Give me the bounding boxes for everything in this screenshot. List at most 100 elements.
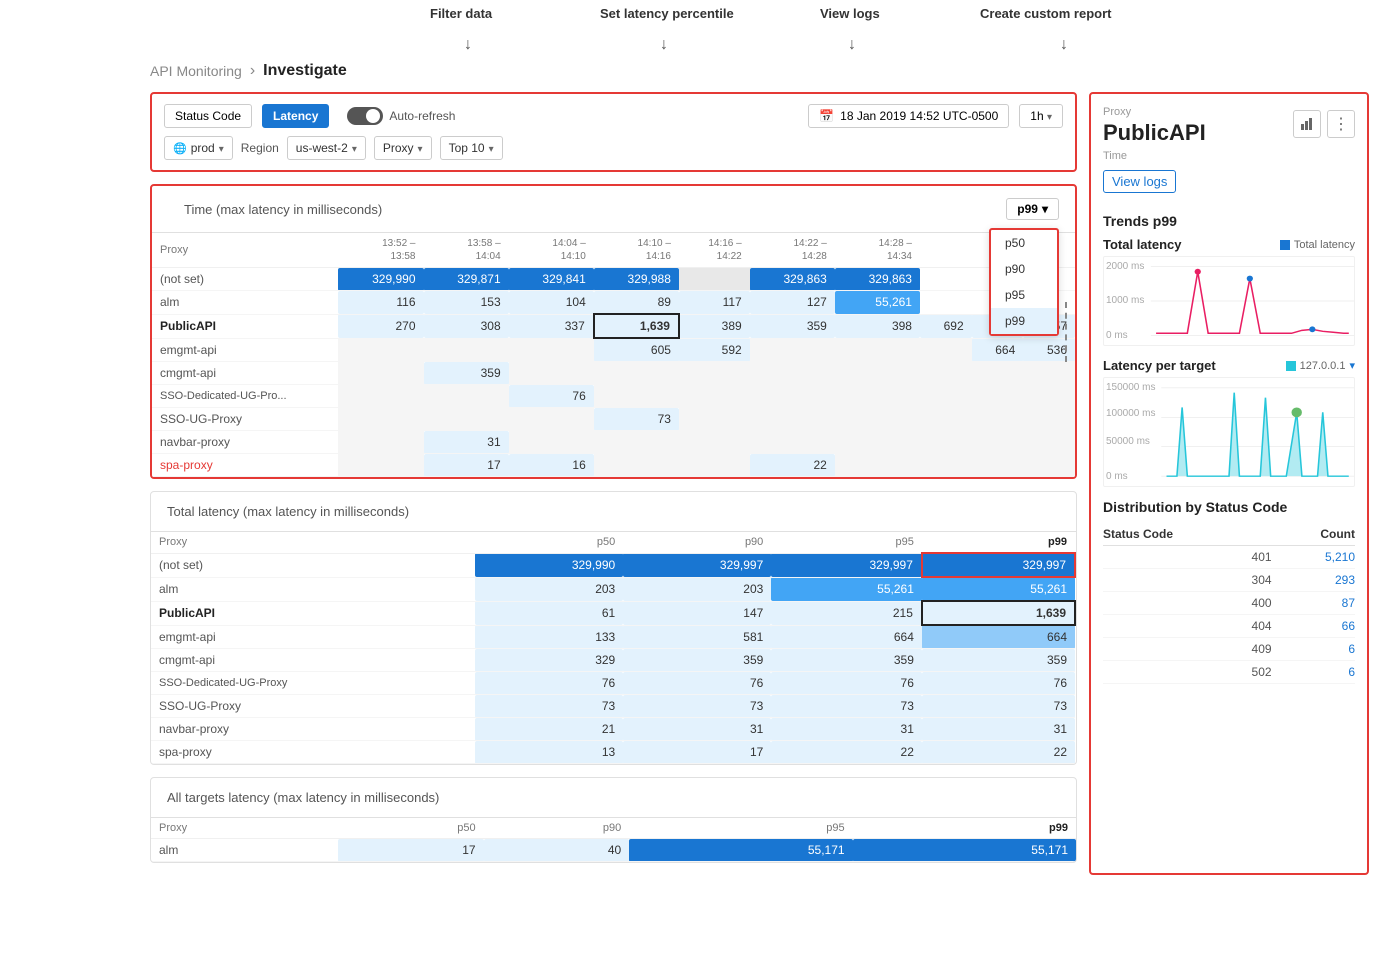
proxy-dropdown[interactable]: Proxy — [374, 136, 432, 160]
filter-bar: Status Code Latency Auto-refresh 📅 18 Ja… — [150, 92, 1077, 172]
value-cell: 73 — [475, 695, 623, 718]
value-cell: 329,997 — [922, 553, 1075, 577]
proxy-cell: navbar-proxy — [152, 431, 338, 454]
value-cell: 359 — [771, 649, 922, 672]
duration-value: 1h — [1030, 109, 1043, 123]
value-cell — [920, 291, 972, 315]
value-cell — [679, 385, 750, 408]
table-row: emgmt-api 605 592 664 536 — [152, 338, 1075, 362]
total-latency-legend-dot — [1280, 240, 1290, 250]
value-cell: 73 — [922, 695, 1075, 718]
value-cell: 31 — [424, 431, 509, 454]
dist-row: 401 5,210 — [1103, 546, 1355, 569]
count-cell[interactable]: 293 — [1272, 569, 1355, 592]
percentile-caret: ▾ — [1042, 202, 1048, 216]
toggle-knob — [366, 109, 380, 123]
top10-dropdown[interactable]: Top 10 — [440, 136, 503, 160]
at-p95-header: p95 — [629, 818, 852, 839]
time-col-6: 14:22 –14:28 — [750, 233, 835, 268]
logs-arrow: ↓ — [848, 36, 856, 54]
time-col-7: 14:28 –14:34 — [835, 233, 920, 268]
proxy-cell: PublicAPI — [152, 314, 338, 338]
value-cell: 329 — [475, 649, 623, 672]
all-targets-section: All targets latency (max latency in mill… — [150, 777, 1077, 863]
proxy-cell: PublicAPI — [151, 601, 475, 625]
value-cell — [1023, 454, 1075, 477]
count-cell[interactable]: 6 — [1272, 638, 1355, 661]
distribution-section: Distribution by Status Code Status Code … — [1103, 499, 1355, 684]
table-row: (not set) 329,990 329,997 329,997 329,99… — [151, 553, 1075, 577]
value-cell: 359 — [750, 314, 835, 338]
total-latency-legend-label: Total latency — [1294, 239, 1355, 251]
proxy-cell: (not set) — [152, 268, 338, 291]
value-cell — [835, 362, 920, 385]
value-cell — [920, 338, 972, 362]
proxy-filter-value: Proxy — [383, 141, 414, 155]
status-code-tab[interactable]: Status Code — [164, 104, 252, 128]
table-row: spa-proxy 17 16 22 — [152, 454, 1075, 477]
metric-chart-icon[interactable] — [1293, 110, 1321, 138]
p95-option[interactable]: p95 — [991, 282, 1057, 308]
value-cell: 133 — [475, 625, 623, 649]
region-label: Region — [241, 141, 279, 155]
auto-refresh-toggle[interactable] — [347, 107, 383, 125]
value-cell — [920, 454, 972, 477]
chart-label-2000: 2000 ms — [1106, 261, 1144, 272]
duration-button[interactable]: 1h — [1019, 104, 1063, 128]
value-cell: 55,261 — [922, 577, 1075, 601]
status-code-cell: 401 — [1103, 546, 1272, 569]
trends-title: Trends p99 — [1103, 213, 1355, 229]
duration-caret — [1047, 109, 1052, 123]
breadcrumb-parent[interactable]: API Monitoring — [150, 63, 242, 79]
target-dropdown[interactable]: ▾ — [1349, 359, 1355, 372]
chart-label-150000: 150000 ms — [1106, 382, 1155, 393]
view-logs-link[interactable]: View logs — [1103, 170, 1176, 193]
value-cell: 329,863 — [835, 268, 920, 291]
status-code-cell: 404 — [1103, 615, 1272, 638]
more-options-icon[interactable]: ⋮ — [1327, 110, 1355, 138]
latency-tab[interactable]: Latency — [262, 104, 329, 128]
latency-per-target-section: Latency per target 127.0.0.1 ▾ 150000 ms… — [1103, 358, 1355, 487]
proxy-cell: alm — [151, 839, 338, 862]
region-dropdown[interactable]: us-west-2 — [287, 136, 366, 160]
total-latency-chart-title: Total latency — [1103, 237, 1182, 252]
value-cell — [920, 431, 972, 454]
value-cell — [835, 385, 920, 408]
dist-col1-header: Status Code — [1103, 523, 1272, 546]
value-cell: 73 — [623, 695, 771, 718]
date-picker-button[interactable]: 📅 18 Jan 2019 14:52 UTC-0500 — [808, 104, 1009, 128]
p90-option[interactable]: p90 — [991, 256, 1057, 282]
at-p99-header: p99 — [853, 818, 1076, 839]
value-cell: 104 — [509, 291, 594, 315]
proxy-cell: SSO-UG-Proxy — [151, 695, 475, 718]
proxy-cell: SSO-Dedicated-UG-Pro... — [152, 385, 338, 408]
value-cell — [1023, 408, 1075, 431]
proxy-cell: spa-proxy — [151, 741, 475, 764]
prod-dropdown[interactable]: prod — [164, 136, 233, 160]
count-cell[interactable]: 66 — [1272, 615, 1355, 638]
table-row: alm 17 40 55,171 55,171 — [151, 839, 1076, 862]
dist-table: Status Code Count 401 5,210 304 293 — [1103, 523, 1355, 684]
chart-label-1000: 1000 ms — [1106, 295, 1144, 306]
count-cell[interactable]: 87 — [1272, 592, 1355, 615]
value-cell: 664 — [922, 625, 1075, 649]
count-cell[interactable]: 6 — [1272, 661, 1355, 684]
count-cell[interactable]: 5,210 — [1272, 546, 1355, 569]
p50-option[interactable]: p50 — [991, 230, 1057, 256]
value-cell: 1,639 — [922, 601, 1075, 625]
value-cell: 329,988 — [594, 268, 679, 291]
p99-option[interactable]: p99 — [991, 308, 1057, 334]
filter-arrow: ↓ — [464, 36, 472, 54]
time-col-1: 13:52 –13:58 — [338, 233, 423, 268]
report-arrow: ↓ — [1060, 36, 1068, 54]
status-code-cell: 409 — [1103, 638, 1272, 661]
value-cell — [972, 431, 1024, 454]
value-cell — [679, 431, 750, 454]
prod-value: prod — [191, 141, 215, 155]
value-cell — [920, 362, 972, 385]
value-cell — [338, 385, 423, 408]
value-cell — [679, 454, 750, 477]
status-code-cell: 502 — [1103, 661, 1272, 684]
percentile-button[interactable]: p99 ▾ — [1006, 198, 1059, 220]
tl-proxy-header: Proxy — [151, 532, 475, 553]
